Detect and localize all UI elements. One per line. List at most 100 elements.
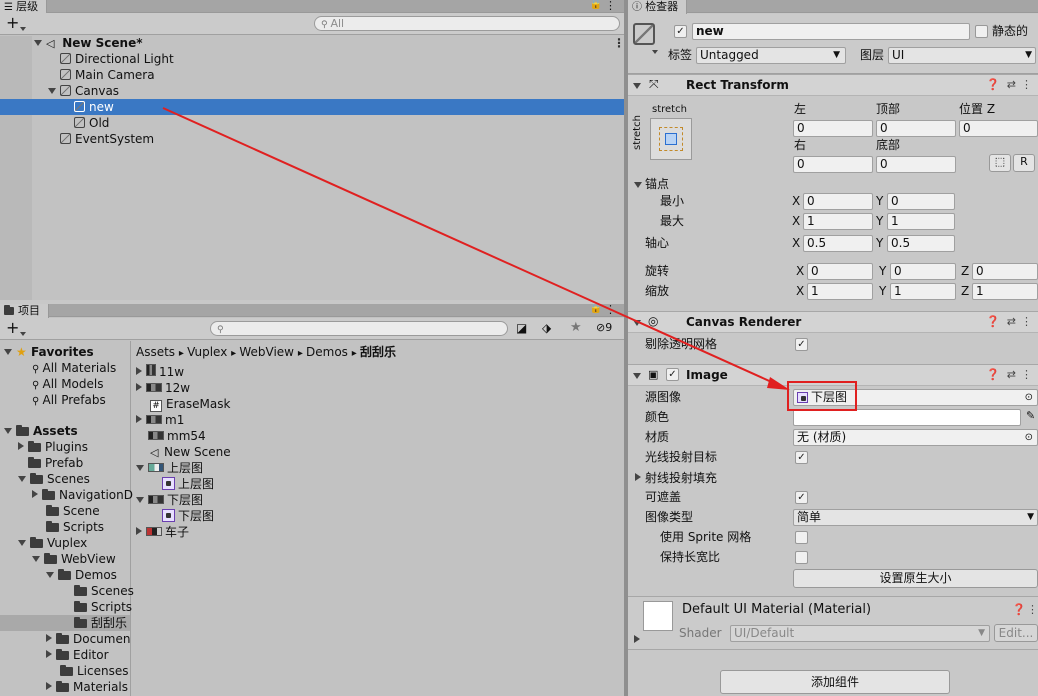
type-filter-icon[interactable]: ◪: [516, 321, 527, 335]
object-picker-icon[interactable]: ⊙: [1025, 430, 1033, 445]
menu-icon[interactable]: ⋮: [605, 0, 616, 12]
breadcrumb-item[interactable]: WebView: [239, 345, 294, 359]
hierarchy-item-eventsystem[interactable]: EventSystem: [0, 131, 624, 147]
folder-item[interactable]: Plugins: [0, 439, 130, 455]
add-component-button[interactable]: 添加组件: [720, 670, 950, 694]
folder-item[interactable]: Scene: [0, 503, 130, 519]
chevron-down-icon[interactable]: [20, 326, 30, 340]
label-filter-icon[interactable]: ⬗: [542, 321, 551, 335]
help-icon[interactable]: ❓: [1012, 603, 1026, 616]
folder-item[interactable]: Licenses: [0, 663, 130, 679]
context-menu-icon[interactable]: ⋮: [1021, 315, 1032, 328]
project-tab[interactable]: 项目: [0, 304, 49, 318]
folder-item[interactable]: Demos: [0, 567, 130, 583]
favorite-star-icon[interactable]: ★: [570, 320, 582, 335]
asset-item[interactable]: 上层图: [132, 476, 624, 492]
raycast-padding-expand-icon[interactable]: [635, 473, 641, 481]
context-menu-icon[interactable]: ⋮: [1021, 368, 1032, 381]
collapse-arrow-icon[interactable]: [633, 373, 641, 379]
pivot-x-input[interactable]: 0.5: [803, 235, 873, 252]
asset-item[interactable]: mm54: [132, 428, 624, 444]
help-icon[interactable]: ❓: [986, 78, 1000, 91]
scene-row[interactable]: ◁ New Scene* ⋮: [0, 35, 624, 51]
set-native-size-button[interactable]: 设置原生大小: [793, 569, 1038, 588]
asset-item[interactable]: 11w: [132, 364, 624, 380]
rotation-y-input[interactable]: 0: [890, 263, 956, 280]
folder-item[interactable]: Scripts: [0, 519, 130, 535]
folder-item[interactable]: Vuplex: [0, 535, 130, 551]
expand-arrow-icon[interactable]: [46, 682, 52, 690]
expand-arrow-icon[interactable]: [34, 40, 42, 46]
help-icon[interactable]: ❓: [986, 315, 1000, 328]
expand-arrow-icon[interactable]: [18, 540, 26, 546]
asset-item[interactable]: ◁ New Scene: [132, 444, 624, 460]
hierarchy-item-new[interactable]: new: [0, 99, 624, 115]
expand-arrow-icon[interactable]: [136, 497, 144, 503]
static-checkbox[interactable]: [975, 25, 988, 38]
presets-icon[interactable]: ⇄: [1007, 368, 1016, 381]
favorite-item[interactable]: ⚲ All Materials: [0, 360, 130, 376]
folder-item[interactable]: Scenes: [0, 471, 130, 487]
chevron-down-icon[interactable]: [652, 44, 662, 58]
expand-arrow-icon[interactable]: [48, 88, 56, 94]
lock-icon[interactable]: 🔒: [590, 304, 602, 314]
right-input[interactable]: 0: [793, 156, 873, 173]
expand-arrow-icon[interactable]: [4, 349, 12, 355]
anchor-max-x-input[interactable]: 1: [803, 213, 873, 230]
asset-item[interactable]: 12w: [132, 380, 624, 396]
expand-arrow-icon[interactable]: [136, 383, 142, 391]
eyedropper-icon[interactable]: ✎: [1026, 409, 1035, 422]
anchors-expand-icon[interactable]: [634, 182, 642, 188]
folder-item[interactable]: Scripts: [0, 599, 132, 615]
rect-transform-header[interactable]: ⤧ Rect Transform ❓ ⇄ ⋮: [628, 74, 1038, 96]
posz-input[interactable]: 0: [959, 120, 1038, 137]
add-icon[interactable]: +: [6, 318, 19, 338]
anchor-min-x-input[interactable]: 0: [803, 193, 873, 210]
expand-arrow-icon[interactable]: [32, 556, 40, 562]
expand-arrow-icon[interactable]: [136, 367, 142, 375]
gameobject-large-icon[interactable]: [633, 23, 655, 45]
object-name-input[interactable]: new: [692, 23, 970, 40]
material-preview[interactable]: [643, 601, 673, 631]
hierarchy-item-directional-light[interactable]: Directional Light: [0, 51, 624, 67]
presets-icon[interactable]: ⇄: [1007, 78, 1016, 91]
folder-item[interactable]: Editor: [0, 647, 130, 663]
expand-arrow-icon[interactable]: [4, 428, 12, 434]
image-header[interactable]: ▣ ✓ Image ❓ ⇄ ⋮: [628, 364, 1038, 386]
cull-transparent-checkbox[interactable]: ✓: [795, 338, 808, 351]
inspector-tab[interactable]: ⓘ 检查器: [628, 0, 688, 14]
hierarchy-item-canvas[interactable]: Canvas: [0, 83, 624, 99]
expand-arrow-icon[interactable]: [18, 476, 26, 482]
expand-arrow-icon[interactable]: [32, 490, 38, 498]
breadcrumb-item[interactable]: Assets: [136, 345, 175, 359]
anchor-presets-button[interactable]: [650, 118, 692, 160]
hierarchy-item-main-camera[interactable]: Main Camera: [0, 67, 624, 83]
material-field[interactable]: 无 (材质) ⊙: [793, 429, 1038, 446]
object-picker-icon[interactable]: ⊙: [1025, 390, 1033, 405]
expand-arrow-icon[interactable]: [46, 650, 52, 658]
asset-item[interactable]: m1: [132, 412, 624, 428]
expand-arrow-icon[interactable]: [46, 634, 52, 642]
hierarchy-tab[interactable]: ☰ 层级: [0, 0, 48, 14]
anchor-min-y-input[interactable]: 0: [887, 193, 955, 210]
layer-dropdown[interactable]: UI ▼: [888, 47, 1036, 64]
favorites-header[interactable]: ★ Favorites: [0, 344, 130, 360]
color-field[interactable]: [793, 409, 1021, 426]
raycast-target-checkbox[interactable]: ✓: [795, 451, 808, 464]
hierarchy-item-old[interactable]: Old: [0, 115, 624, 131]
folder-item[interactable]: Scenes: [0, 583, 134, 599]
asset-item[interactable]: 车子: [132, 524, 624, 540]
image-type-dropdown[interactable]: 简单 ▼: [793, 509, 1038, 526]
breadcrumb-item[interactable]: Demos: [306, 345, 348, 359]
pivot-y-input[interactable]: 0.5: [887, 235, 955, 252]
top-input[interactable]: 0: [876, 120, 956, 137]
chevron-down-icon[interactable]: [20, 21, 30, 35]
scale-z-input[interactable]: 1: [972, 283, 1038, 300]
source-image-field[interactable]: 下层图 ⊙: [793, 389, 1038, 406]
asset-item[interactable]: # EraseMask: [132, 396, 624, 412]
expand-arrow-icon[interactable]: [18, 442, 24, 450]
folder-item[interactable]: WebView: [0, 551, 130, 567]
context-menu-icon[interactable]: ⋮: [1027, 603, 1038, 616]
project-search-input[interactable]: ⚲: [210, 321, 508, 336]
material-expand-icon[interactable]: [634, 635, 640, 643]
